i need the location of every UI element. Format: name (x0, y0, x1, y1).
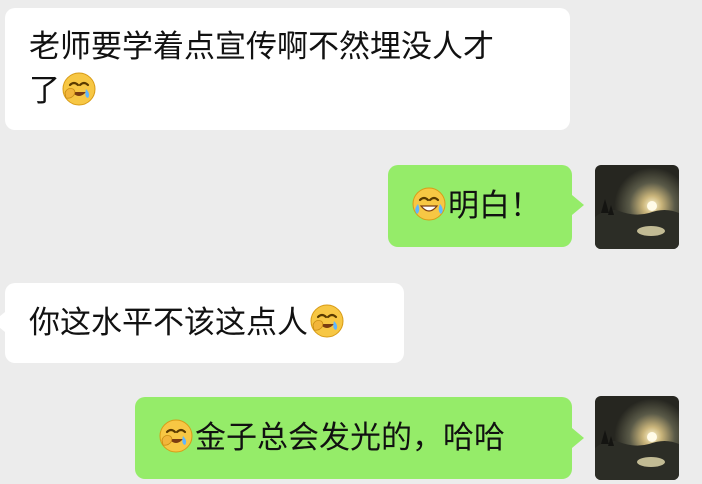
message-text: 你这水平不该这点人 (29, 305, 308, 341)
tears-of-joy-icon (411, 186, 447, 222)
avatar[interactable] (595, 165, 679, 249)
message-bubble-incoming[interactable]: 老师要学着点宣传啊不然埋没人才 了 (5, 8, 570, 130)
crying-laughing-icon (309, 303, 345, 339)
crying-laughing-icon (158, 418, 194, 454)
message-text-line: 了 (29, 73, 60, 109)
bubble-tail (572, 428, 584, 448)
bubble-tail (572, 195, 584, 215)
message-text-line: 老师要学着点宣传啊不然埋没人才 (29, 29, 494, 65)
message-bubble-outgoing[interactable]: 金子总会发光的，哈哈 (135, 397, 572, 479)
avatar[interactable] (595, 396, 679, 480)
sunset-lake-avatar-icon (595, 165, 679, 249)
sunset-lake-avatar-icon (595, 396, 679, 480)
message-text: 明白！ (448, 188, 541, 224)
message-text: 老师要学着点宣传啊不然埋没人才 了 (29, 25, 546, 113)
message-text: 金子总会发光的，哈哈 (195, 420, 505, 456)
message-bubble-incoming[interactable]: 你这水平不该这点人 (5, 283, 404, 363)
message-bubble-outgoing[interactable]: 明白！ (388, 165, 572, 247)
crying-laughing-icon (61, 71, 97, 107)
